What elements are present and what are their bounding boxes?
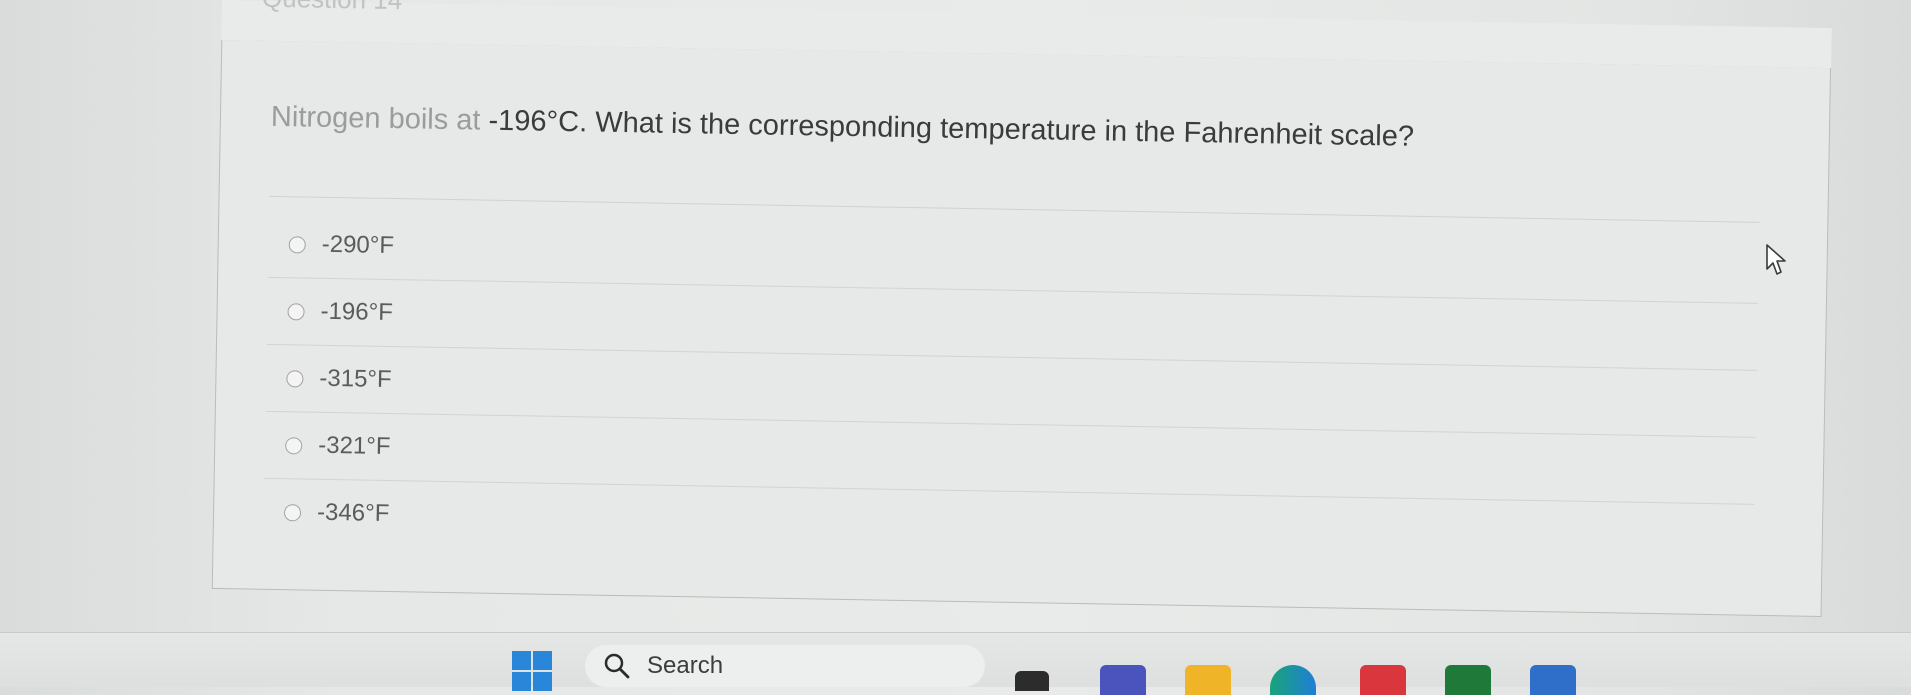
mouse-pointer-icon xyxy=(1765,243,1789,282)
radio-button[interactable] xyxy=(286,369,304,387)
question-card: Question 14 Nitrogen boils at -196°C. Wh… xyxy=(211,0,1832,628)
question-text-main: -196°C. What is the corresponding temper… xyxy=(488,104,1415,153)
taskbar: Search xyxy=(0,632,1911,695)
option-label: -196°F xyxy=(320,297,394,327)
teams-icon[interactable] xyxy=(1100,665,1146,695)
question-body: Nitrogen boils at -196°C. What is the co… xyxy=(211,39,1832,618)
search-label: Search xyxy=(647,652,724,679)
question-number: Question 14 xyxy=(262,0,403,16)
option-label: -321°F xyxy=(318,431,391,461)
task-view-icon[interactable] xyxy=(1015,671,1049,691)
windows-start-icon[interactable] xyxy=(512,651,552,691)
store-icon[interactable] xyxy=(1530,665,1576,695)
file-explorer-icon[interactable] xyxy=(1185,665,1231,695)
taskbar-search[interactable]: Search xyxy=(585,645,985,687)
radio-button[interactable] xyxy=(287,302,305,320)
option-label: -290°F xyxy=(321,230,395,260)
radio-button[interactable] xyxy=(288,235,306,253)
option-label: -346°F xyxy=(316,498,390,527)
option-label: -315°F xyxy=(319,364,392,394)
question-text: Nitrogen boils at -196°C. What is the co… xyxy=(271,101,1415,154)
question-text-prefix: Nitrogen boils at xyxy=(270,100,489,137)
search-icon xyxy=(603,652,631,680)
office-icon[interactable] xyxy=(1360,665,1406,695)
radio-button[interactable] xyxy=(285,436,303,454)
radio-button[interactable] xyxy=(283,503,302,521)
edge-icon[interactable] xyxy=(1270,665,1316,695)
xbox-icon[interactable] xyxy=(1445,665,1491,695)
